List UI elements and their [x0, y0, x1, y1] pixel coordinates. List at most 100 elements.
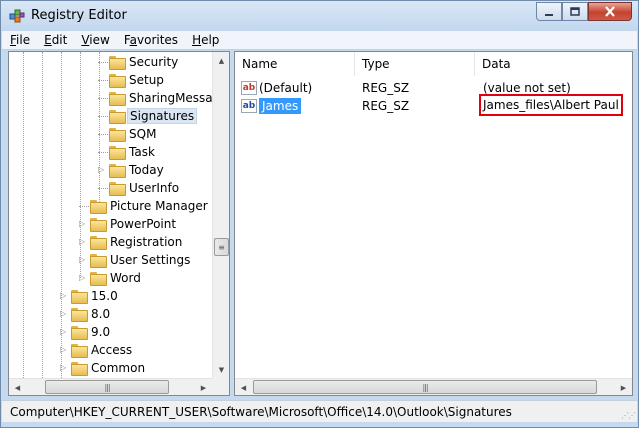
tree-item-setup[interactable]: Setup — [98, 71, 166, 89]
scroll-right-button[interactable]: ▶ — [195, 379, 212, 395]
scroll-down-icon: ▼ — [218, 365, 225, 374]
values-list-pane[interactable]: Name Type Data ab (Default) REG_SZ (valu… — [234, 51, 633, 396]
menu-bar: File Edit View Favorites Help — [2, 31, 637, 50]
folder-icon — [109, 146, 126, 160]
column-header-name[interactable]: Name — [235, 52, 355, 76]
tree-vertical-scrollbar[interactable]: ▲ ≡ ▼ — [212, 52, 229, 378]
value-type: REG_SZ — [362, 81, 410, 95]
folder-icon — [109, 164, 126, 178]
tree-item-label: Today — [129, 163, 164, 177]
value-name: James — [259, 98, 302, 114]
string-value-icon: ab — [241, 99, 257, 113]
menu-favorites[interactable]: Favorites — [124, 33, 178, 47]
folder-icon — [90, 218, 107, 232]
current-key-path: Computer\HKEY_CURRENT_USER\Software\Micr… — [10, 404, 512, 419]
grip-icon: ||| — [422, 382, 428, 392]
tree-hscroll-thumb[interactable]: ||| — [45, 380, 169, 394]
tree-item-label: 8.0 — [91, 307, 111, 321]
list-hscroll-thumb[interactable]: ||| — [253, 380, 597, 394]
value-type: REG_SZ — [362, 99, 410, 113]
expand-arrow-icon[interactable]: ▷ — [60, 310, 68, 318]
scroll-left-button[interactable]: ◀ — [9, 379, 26, 395]
tree-item-label: SharingMessag — [129, 91, 221, 105]
list-horizontal-scrollbar[interactable]: ◀ ||| ▶ — [235, 378, 632, 395]
scroll-up-button[interactable]: ▲ — [213, 52, 229, 69]
tree-item-powerpoint[interactable]: ▷ PowerPoint — [79, 215, 178, 233]
close-button[interactable] — [588, 2, 632, 21]
expand-arrow-icon[interactable]: ▷ — [79, 220, 87, 228]
tree-item-task[interactable]: Task — [98, 143, 157, 161]
tree-item-common[interactable]: ▷ Common — [60, 359, 147, 377]
window-title: Registry Editor — [31, 8, 127, 23]
menu-view[interactable]: View — [81, 33, 109, 47]
tree-item-registration[interactable]: ▷ Registration — [79, 233, 184, 251]
tree-item-sqm[interactable]: SQM — [98, 125, 158, 143]
tree-scroll-thumb[interactable]: ≡ — [214, 238, 229, 256]
scroll-right-button[interactable]: ▶ — [615, 379, 632, 395]
tree-item-label: 15.0 — [91, 289, 118, 303]
folder-icon — [71, 344, 88, 358]
title-bar[interactable]: Registry Editor — [1, 1, 638, 31]
tree-guide-line — [42, 52, 43, 378]
expand-arrow-icon[interactable]: ▷ — [60, 364, 68, 372]
resize-grip-icon[interactable]: ⋰⋰ — [621, 411, 636, 420]
tree-item-label: UserInfo — [129, 181, 180, 195]
tree-item-access[interactable]: ▷ Access — [60, 341, 134, 359]
tree-item-word[interactable]: ▷ Word — [79, 269, 143, 287]
menu-edit[interactable]: Edit — [44, 33, 67, 47]
tree-item-8-0[interactable]: ▷ 8.0 — [60, 305, 112, 323]
menu-help[interactable]: Help — [192, 33, 219, 47]
tree-item-security[interactable]: Security — [98, 53, 180, 71]
tree-item-sharingmessag[interactable]: SharingMessag — [98, 89, 222, 107]
tree-item-label: PowerPoint — [110, 217, 177, 231]
expand-arrow-icon[interactable]: ▷ — [79, 256, 87, 264]
value-row-selected[interactable]: ab James REG_SZ James_files\Albert Paul — [235, 94, 623, 116]
tree-item-signatures[interactable]: Signatures — [98, 107, 198, 125]
menu-edit-accel: E — [44, 33, 52, 47]
folder-icon — [90, 272, 107, 286]
tree-item-15-0[interactable]: ▷ 15.0 — [60, 287, 120, 305]
folder-icon — [109, 110, 126, 124]
tree-item-9-0[interactable]: ▷ 9.0 — [60, 323, 112, 341]
tree-item-picture-manager[interactable]: Picture Manager — [79, 197, 210, 215]
menu-favorites-accel: a — [129, 33, 137, 47]
registry-editor-icon — [9, 9, 25, 23]
expand-arrow-icon[interactable]: ▷ — [79, 238, 87, 246]
tree-item-label: Common — [91, 361, 146, 375]
menu-file[interactable]: File — [10, 33, 30, 47]
folder-icon — [109, 56, 126, 70]
tree-item-userinfo[interactable]: UserInfo — [98, 179, 181, 197]
expand-arrow-icon[interactable]: ▷ — [60, 292, 68, 300]
scroll-up-icon: ▲ — [218, 56, 225, 65]
tree-horizontal-scrollbar[interactable]: ◀ ||| ▶ — [9, 378, 212, 395]
expand-arrow-icon[interactable]: ▷ — [79, 274, 87, 282]
menu-file-rest: ile — [16, 33, 31, 47]
expand-arrow-icon[interactable]: ▷ — [98, 166, 106, 174]
key-tree-pane[interactable]: Security Setup SharingMessag Signatures SQM T… — [8, 51, 230, 396]
column-header-type[interactable]: Type — [355, 52, 475, 76]
tree-item-user-settings[interactable]: ▷ User Settings — [79, 251, 192, 269]
folder-icon — [90, 200, 107, 214]
scroll-left-icon: ◀ — [240, 383, 247, 392]
tree-item-label: 9.0 — [91, 325, 111, 339]
tree-item-today[interactable]: ▷ Today — [98, 161, 166, 179]
highlighted-value-data: James_files\Albert Paul — [479, 94, 623, 116]
menu-view-rest: iew — [89, 33, 110, 47]
scroll-left-icon: ◀ — [14, 383, 21, 392]
maximize-button[interactable] — [562, 2, 588, 21]
scroll-down-button[interactable]: ▼ — [213, 361, 229, 378]
column-header-data[interactable]: Data — [475, 52, 632, 76]
expand-arrow-icon[interactable]: ▷ — [60, 328, 68, 336]
close-icon — [605, 6, 615, 17]
expand-arrow-icon[interactable]: ▷ — [60, 346, 68, 354]
scroll-left-button[interactable]: ◀ — [235, 379, 252, 395]
string-value-icon: ab — [241, 81, 257, 95]
folder-icon — [71, 290, 88, 304]
tree-item-label: Registration — [110, 235, 183, 249]
tree-item-label: Access — [91, 343, 133, 357]
minimize-button[interactable] — [536, 2, 562, 21]
